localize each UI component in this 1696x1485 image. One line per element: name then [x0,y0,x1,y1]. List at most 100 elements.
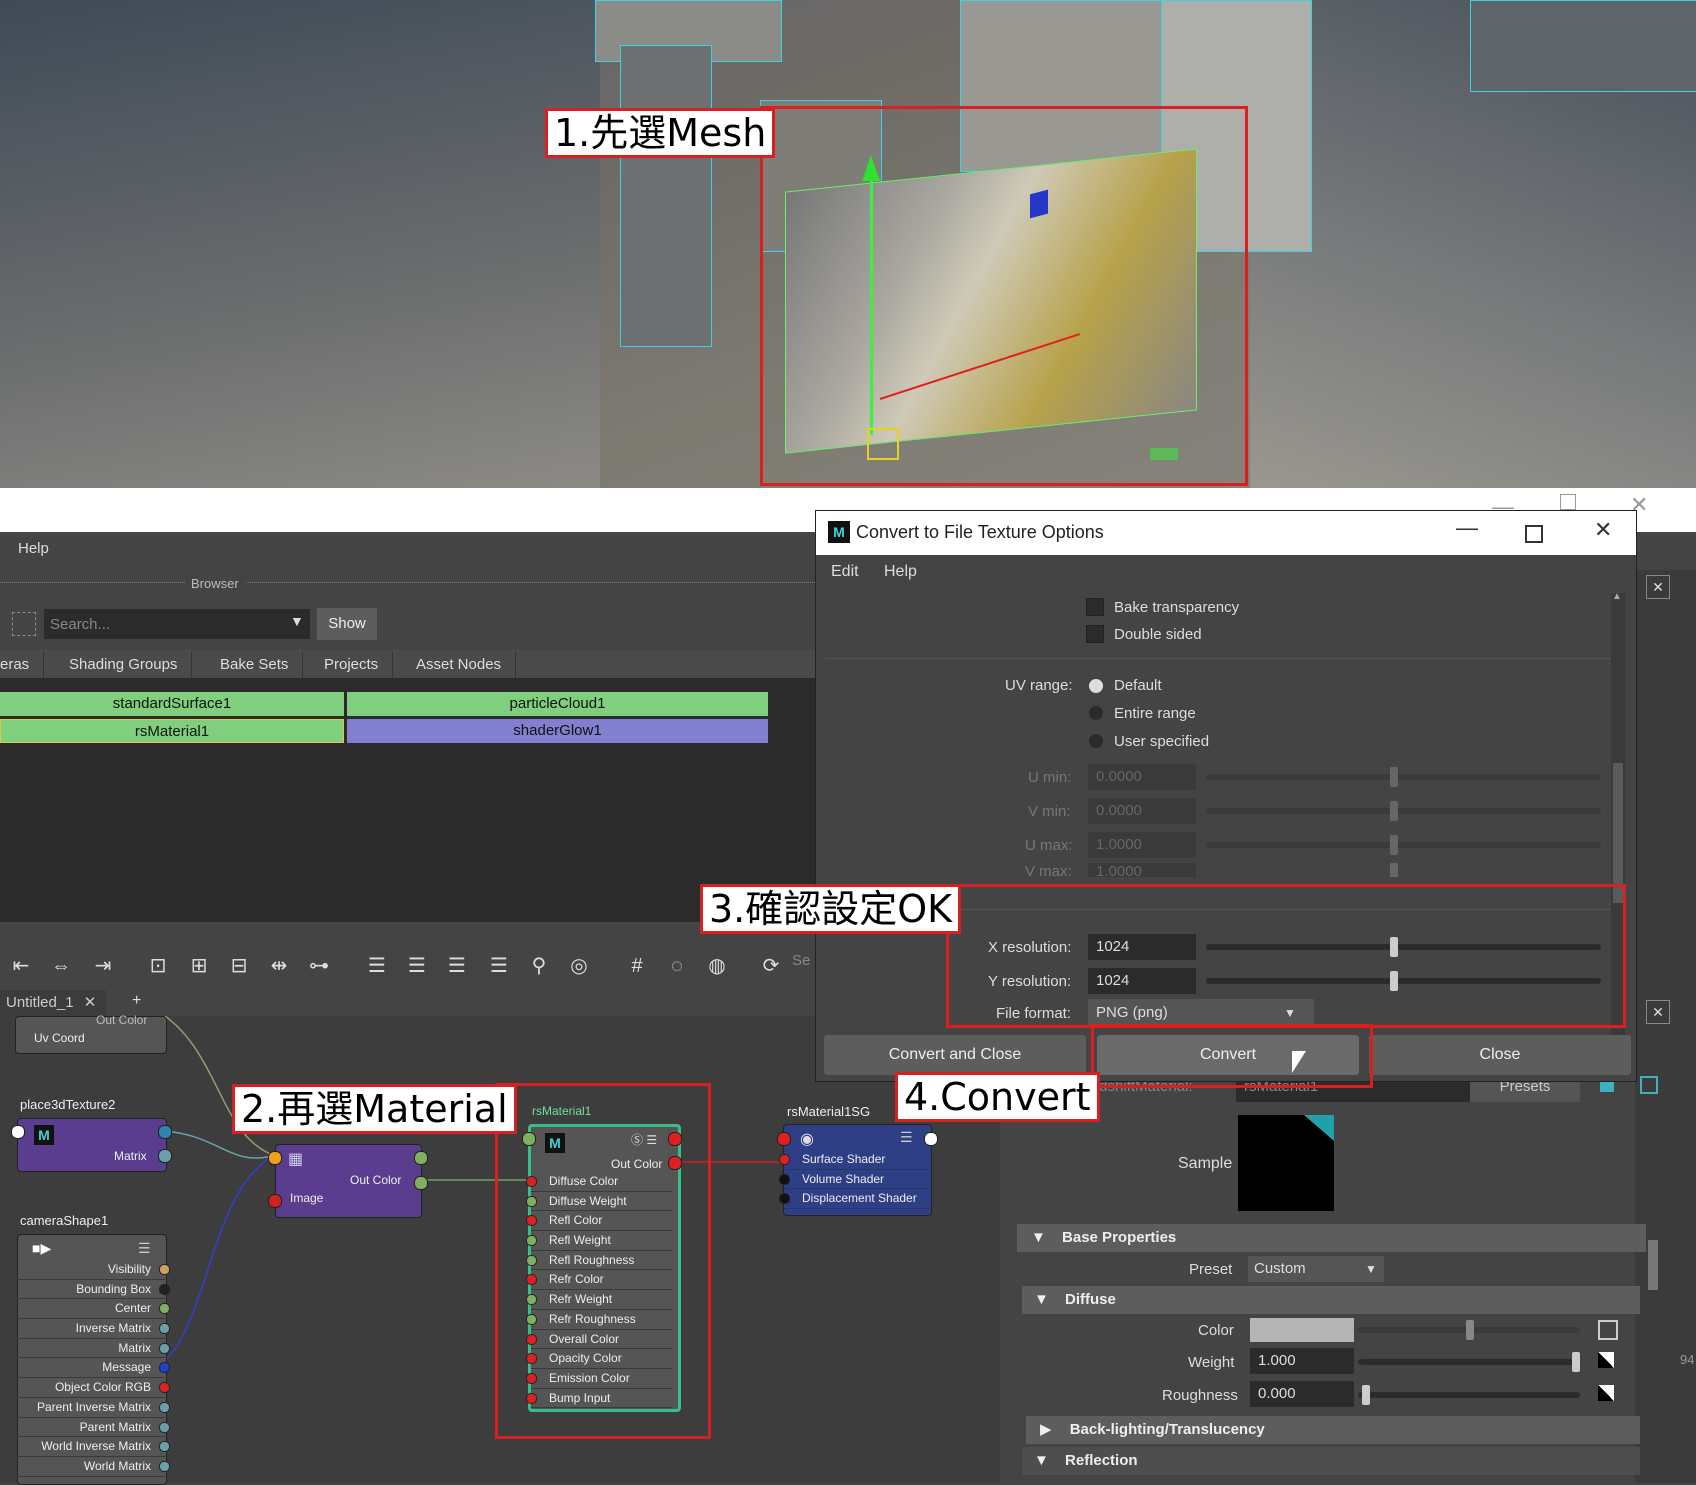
section-diffuse[interactable]: ▼ Diffuse [1022,1286,1640,1314]
scrollbar-thumb[interactable] [1648,1240,1658,1290]
close-icon[interactable]: ✕ [1646,1000,1670,1024]
uv-entire-radio[interactable] [1089,706,1103,720]
tab-untitled[interactable]: Untitled_1 ✕ [0,990,106,1016]
map-button-icon[interactable] [1598,1320,1618,1340]
graph-search-partial[interactable]: Se [792,952,810,969]
node-attribute[interactable]: Parent Inverse Matrix [17,1398,170,1418]
filter-icon[interactable] [12,612,36,636]
roughness-field[interactable]: 0.000 [1250,1381,1354,1407]
port-dot[interactable] [779,1154,790,1165]
node-file[interactable]: ▦ Out Color Image [275,1144,422,1218]
node-attribute[interactable]: World Matrix [17,1457,170,1477]
remove-node-icon[interactable]: ⊟ [226,953,252,979]
collapse-icon[interactable]: ▼ [1031,1229,1046,1246]
menu-edit[interactable]: Edit [831,563,859,581]
swatch-standardsurface1[interactable]: standardSurface1 [0,692,344,716]
swatch-particlecloud1[interactable]: particleCloud1 [347,692,768,716]
close-icon[interactable]: ✕ [1646,575,1670,599]
port-dot[interactable] [11,1125,25,1139]
uv-default-radio[interactable] [1089,679,1103,693]
frame-all-icon[interactable]: ⊡ [145,953,171,979]
port-dot[interactable] [777,1132,791,1146]
port-dot[interactable] [159,1421,170,1433]
section-backlighting[interactable]: ▶ Back-lighting/Translucency [1026,1416,1640,1444]
u-min-slider[interactable] [1206,774,1601,780]
color-swatch[interactable] [1250,1318,1354,1342]
menu-help[interactable]: Help [18,540,49,557]
scrollbar[interactable] [1646,1222,1660,1462]
close-tab-icon[interactable]: ✕ [84,994,97,1011]
node-attribute[interactable]: Parent Matrix [17,1418,170,1438]
node-attribute[interactable]: Inverse Matrix [17,1319,170,1339]
tab-asset-nodes[interactable]: Asset Nodes [402,652,517,678]
menu-lines-icon[interactable]: ☰ [138,1240,151,1257]
v-max-field[interactable]: 1.0000 [1088,863,1196,877]
node-attribute[interactable]: Surface Shader [779,1150,929,1170]
port-dot[interactable] [268,1194,282,1208]
close-button[interactable]: Close [1369,1035,1631,1075]
bake-transparency-checkbox[interactable] [1086,598,1104,616]
node-place3dtexture2[interactable]: M Matrix [17,1118,167,1172]
custom-mode-icon[interactable]: ☰ [486,953,512,979]
save-layout-icon[interactable]: ⟳ [758,953,784,979]
search-input[interactable]: Search... ▼ [44,609,310,639]
collapse-icon[interactable]: ▼ [1034,1452,1049,1469]
node-attribute[interactable]: Displacement Shader [779,1189,929,1210]
maximize-icon[interactable] [1560,494,1576,510]
scroll-up-icon[interactable]: ▲ [1612,591,1622,602]
maximize-icon[interactable] [1525,525,1543,543]
tab-bake-sets[interactable]: Bake Sets [206,652,304,678]
port-dot[interactable] [158,1149,172,1163]
u-max-field[interactable]: 1.0000 [1088,832,1196,858]
add-node-icon[interactable]: ⊞ [186,953,212,979]
menu-help[interactable]: Help [884,563,917,581]
section-base-properties[interactable]: ▼ Base Properties [1017,1224,1647,1252]
port-dot[interactable] [159,1441,170,1453]
port-dot[interactable] [158,1125,172,1139]
render-icon[interactable]: ◍ [704,953,730,979]
node-attribute[interactable]: Object Color RGB [17,1378,170,1398]
connected-mode-icon[interactable]: ☰ [404,953,430,979]
chevron-down-icon[interactable]: ▼ [290,613,304,629]
port-dot[interactable] [159,1382,170,1394]
io-connections-icon[interactable]: ⇔ [48,953,74,979]
tab-shading-groups[interactable]: Shading Groups [55,652,193,678]
uv-user-radio[interactable] [1089,734,1103,748]
tab-projects[interactable]: Projects [310,652,394,678]
expand-icon[interactable]: ▶ [1040,1421,1052,1438]
node-attribute[interactable]: Matrix [17,1339,170,1359]
swatch-shaderglow1[interactable]: shaderGlow1 [347,719,768,743]
swatch-rsmaterial1[interactable]: rsMaterial1 [0,719,344,743]
close-icon[interactable]: ✕ [1594,517,1612,543]
port-dot[interactable] [159,1283,170,1295]
hide-icon[interactable] [1640,1076,1658,1094]
port-dot[interactable] [414,1151,428,1165]
weight-slider-thumb[interactable] [1572,1352,1580,1372]
menu-lines-icon[interactable]: ☰ [900,1129,913,1146]
dialog-scrollbar-thumb[interactable] [1613,763,1623,903]
weight-slider[interactable] [1358,1359,1580,1365]
node-partial-top[interactable]: Out Color Uv Coord [15,1013,167,1054]
u-min-thumb[interactable] [1390,767,1398,787]
port-dot[interactable] [924,1132,938,1146]
collapse-icon[interactable]: ▼ [1034,1291,1049,1308]
v-min-slider[interactable] [1206,808,1601,814]
checker-map-icon[interactable] [1598,1385,1614,1401]
port-dot[interactable] [159,1342,170,1354]
layout-icon[interactable]: ⇹ [266,953,292,979]
weight-field[interactable]: 1.000 [1250,1348,1354,1374]
preset-dropdown[interactable]: Custom [1248,1256,1362,1282]
section-reflection[interactable]: ▼ Reflection [1022,1447,1640,1475]
grid-icon[interactable]: # [624,953,650,979]
add-tab-button[interactable]: + [132,992,141,1010]
port-dot[interactable] [414,1176,428,1190]
v-max-thumb[interactable] [1390,863,1398,877]
port-dot[interactable] [159,1401,170,1413]
node-attribute[interactable]: World Inverse Matrix [17,1437,170,1457]
snap-icon[interactable]: ◌ [664,953,690,979]
input-connections-icon[interactable]: ⇤ [8,953,34,979]
node-attribute[interactable]: Bounding Box [17,1280,170,1300]
color-slider-thumb[interactable] [1466,1320,1474,1340]
minimize-icon[interactable]: — [1456,515,1478,541]
u-max-slider[interactable] [1206,842,1601,848]
